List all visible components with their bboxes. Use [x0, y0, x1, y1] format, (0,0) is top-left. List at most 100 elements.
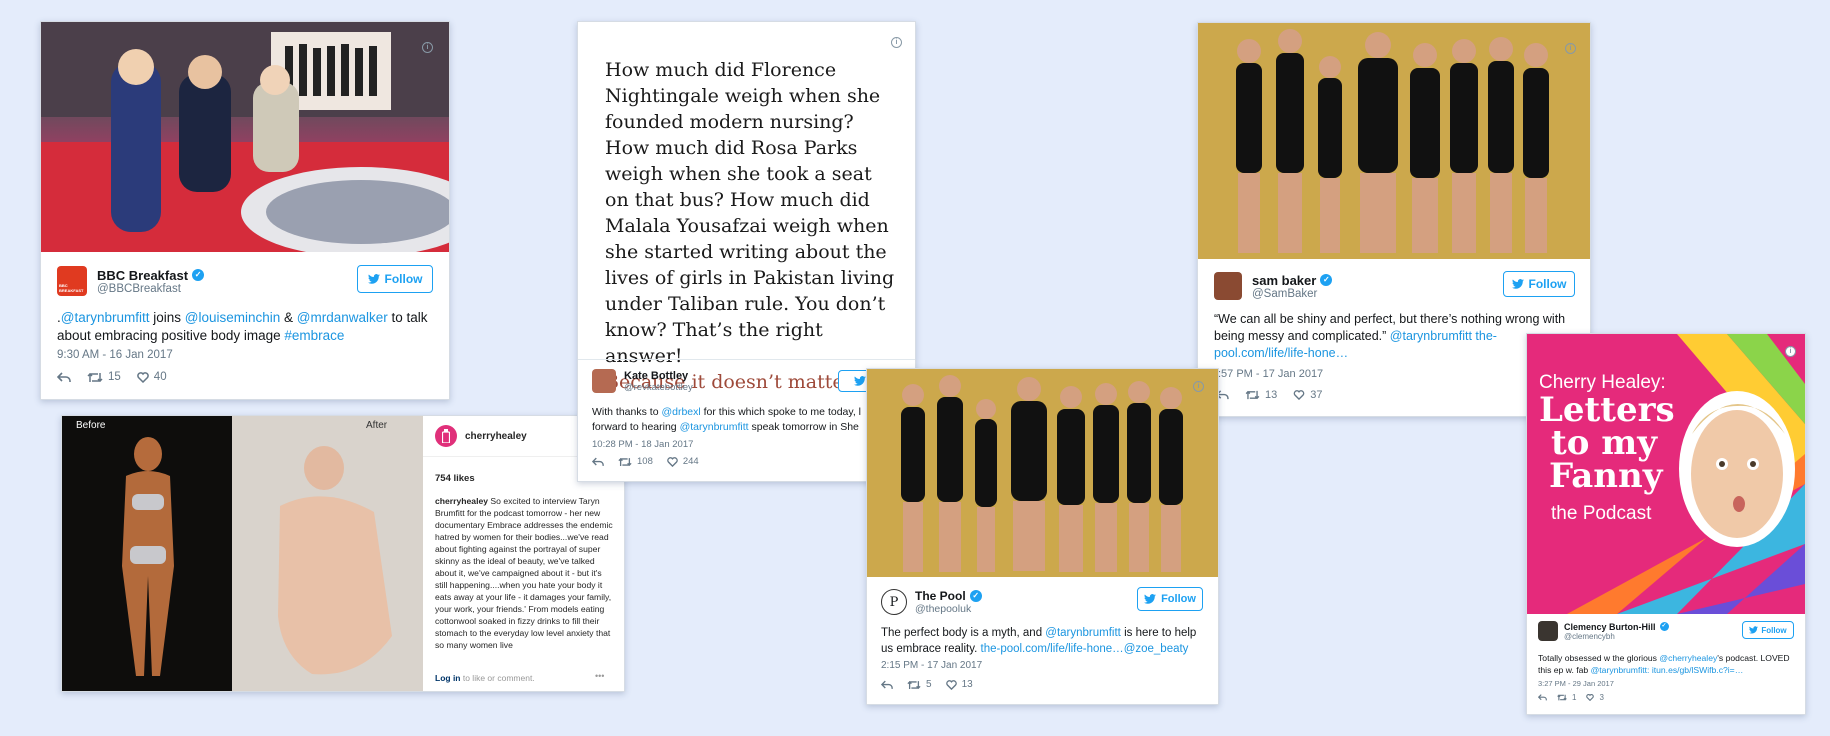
author-handle: @SamBaker — [1252, 287, 1318, 300]
tweet-actions: 5 13 — [881, 679, 973, 690]
like-button[interactable]: 244 — [667, 456, 699, 467]
author-name: The Pool — [915, 589, 966, 603]
mention-link[interactable]: @zoe_beaty — [1124, 643, 1189, 655]
like-button[interactable]: 3 — [1586, 693, 1604, 702]
insta-avatar[interactable] — [435, 425, 457, 447]
reply-button[interactable] — [57, 371, 71, 383]
follow-button[interactable]: Follow — [1742, 621, 1794, 639]
tweet-timestamp[interactable]: :57 PM - 17 Jan 2017 — [1218, 368, 1323, 380]
retweet-count: 1 — [1572, 693, 1577, 702]
info-icon[interactable]: i — [1565, 43, 1576, 54]
text: speak tomorrow in She — [748, 421, 859, 433]
clemency-avatar[interactable] — [1538, 621, 1558, 641]
article-link[interactable]: the-pool.com/life/life-hone… — [981, 643, 1124, 655]
sam-avatar[interactable] — [1214, 272, 1242, 300]
kate-avatar[interactable] — [592, 369, 616, 393]
author-name: Kate Bottley — [624, 369, 689, 382]
group-photo — [867, 369, 1218, 577]
caption-username[interactable]: cherryhealey — [435, 496, 488, 506]
reply-button[interactable] — [1538, 694, 1547, 701]
mention-link[interactable]: @cherryhealey — [1659, 653, 1717, 663]
sam-author[interactable]: sam baker ✓ @SamBaker — [1214, 272, 1333, 300]
podcast-title: Cherry Healey: Letters to my Fanny the P… — [1539, 372, 1709, 525]
before-label: Before — [76, 420, 106, 431]
retweet-count: 5 — [926, 679, 932, 690]
tweet-text: .@tarynbrumfitt joins @louiseminchin & @… — [57, 309, 432, 345]
author-handle: @clemencybh — [1564, 631, 1615, 641]
bbc-avatar[interactable]: BBC BREAKFAST — [57, 266, 87, 296]
reply-button[interactable] — [592, 457, 604, 467]
like-button[interactable]: 37 — [1293, 389, 1323, 401]
twitter-bird-icon — [367, 274, 380, 284]
retweet-button[interactable]: 5 — [907, 679, 932, 690]
mention-link[interactable]: @tarynbrumfitt — [61, 310, 150, 325]
reply-button[interactable] — [881, 680, 893, 690]
pool-tweet-card: i P The Pool ✓ @thepooluk Follow The perf… — [866, 368, 1219, 705]
pool-author[interactable]: P The Pool ✓ @thepooluk — [881, 589, 982, 615]
info-icon[interactable]: i — [1785, 346, 1796, 357]
retweet-button[interactable]: 108 — [618, 456, 653, 467]
mention-link[interactable]: @mrdanwalker — [297, 310, 388, 325]
mention-link[interactable]: @louiseminchin — [185, 310, 281, 325]
twitter-bird-icon — [1749, 626, 1759, 634]
text: Totally obsessed w the glorious — [1538, 653, 1660, 663]
follow-button[interactable]: Follow — [1503, 271, 1575, 297]
author-handle: @BBCBreakfast — [97, 282, 181, 295]
login-link[interactable]: Log in — [435, 673, 461, 683]
podcast-link[interactable]: : itun.es/gb/lSWifb.c?i=… — [1647, 665, 1743, 675]
mention-link[interactable]: @tarynbrumfitt — [1390, 329, 1472, 343]
like-button[interactable]: 13 — [945, 679, 973, 690]
follow-button[interactable]: Follow — [357, 265, 433, 293]
reply-icon — [1538, 694, 1547, 701]
more-options-icon[interactable]: ••• — [595, 671, 604, 681]
retweet-icon — [907, 680, 921, 689]
retweet-count: 13 — [1265, 389, 1278, 401]
info-icon[interactable]: i — [1193, 381, 1204, 392]
insta-author[interactable]: cherryhealey — [435, 425, 527, 447]
insta-username: cherryhealey — [465, 430, 527, 442]
retweet-count: 15 — [108, 371, 121, 383]
retweet-button[interactable]: 1 — [1557, 693, 1576, 702]
twitter-bird-icon — [854, 376, 867, 386]
follow-button[interactable]: Follow — [1137, 587, 1203, 611]
reply-icon — [881, 680, 893, 689]
tweet-timestamp[interactable]: 10:28 PM - 18 Jan 2017 — [592, 439, 693, 450]
kate-author[interactable]: Kate Bottley @revkatebottley — [592, 369, 693, 393]
follow-label: Follow — [1761, 625, 1787, 635]
mention-link[interactable]: @tarynbrumfitt — [1045, 627, 1121, 639]
tweet-text: “We can all be shiny and perfect, but th… — [1214, 311, 1574, 362]
like-button[interactable]: 40 — [137, 371, 167, 383]
author-handle: @thepooluk — [915, 603, 972, 615]
like-count: 3 — [1599, 693, 1604, 702]
tweet-timestamp[interactable]: 9:30 AM - 16 Jan 2017 — [57, 349, 173, 361]
text: The perfect body is a myth, and — [881, 627, 1046, 639]
mention-link[interactable]: @tarynbrumfitt — [680, 421, 749, 433]
retweet-icon — [1245, 390, 1260, 400]
bottle-icon — [442, 429, 450, 443]
pool-avatar[interactable]: P — [881, 589, 907, 615]
retweet-button[interactable]: 15 — [87, 371, 121, 383]
heart-icon — [667, 456, 678, 467]
text: for this which spoke to me today, l — [700, 406, 862, 418]
like-count: 13 — [961, 679, 973, 690]
info-icon[interactable]: i — [891, 37, 902, 48]
retweet-button[interactable]: 13 — [1245, 389, 1277, 401]
tweet-timestamp[interactable]: 3:27 PM - 29 Jan 2017 — [1538, 679, 1614, 688]
mention-link[interactable]: @tarynbrumfitt — [1591, 665, 1647, 675]
retweet-icon — [1557, 694, 1567, 701]
insta-likes[interactable]: 754 likes — [435, 473, 475, 484]
tweet-text: Totally obsessed w the glorious @cherryh… — [1538, 652, 1796, 676]
mention-link[interactable]: @drbexl — [661, 406, 700, 418]
retweet-icon — [618, 457, 632, 466]
tweet-actions: 108 244 — [592, 456, 699, 467]
verified-icon: ✓ — [192, 269, 205, 281]
author-name: Clemency Burton-Hill — [1564, 621, 1656, 632]
info-icon[interactable]: i — [422, 42, 433, 53]
clemency-author[interactable]: Clemency Burton-Hill ✓ @clemencybh — [1538, 621, 1669, 641]
insta-login-prompt: Log in to like or comment. — [435, 673, 535, 683]
like-count: 37 — [1310, 389, 1323, 401]
tweet-timestamp[interactable]: 2:15 PM - 17 Jan 2017 — [881, 660, 982, 671]
retweet-count: 108 — [637, 456, 653, 467]
hashtag-link[interactable]: #embrace — [284, 328, 344, 343]
bbc-author[interactable]: BBC BREAKFAST BBC Breakfast ✓ @BBCBreakfa… — [57, 266, 205, 296]
